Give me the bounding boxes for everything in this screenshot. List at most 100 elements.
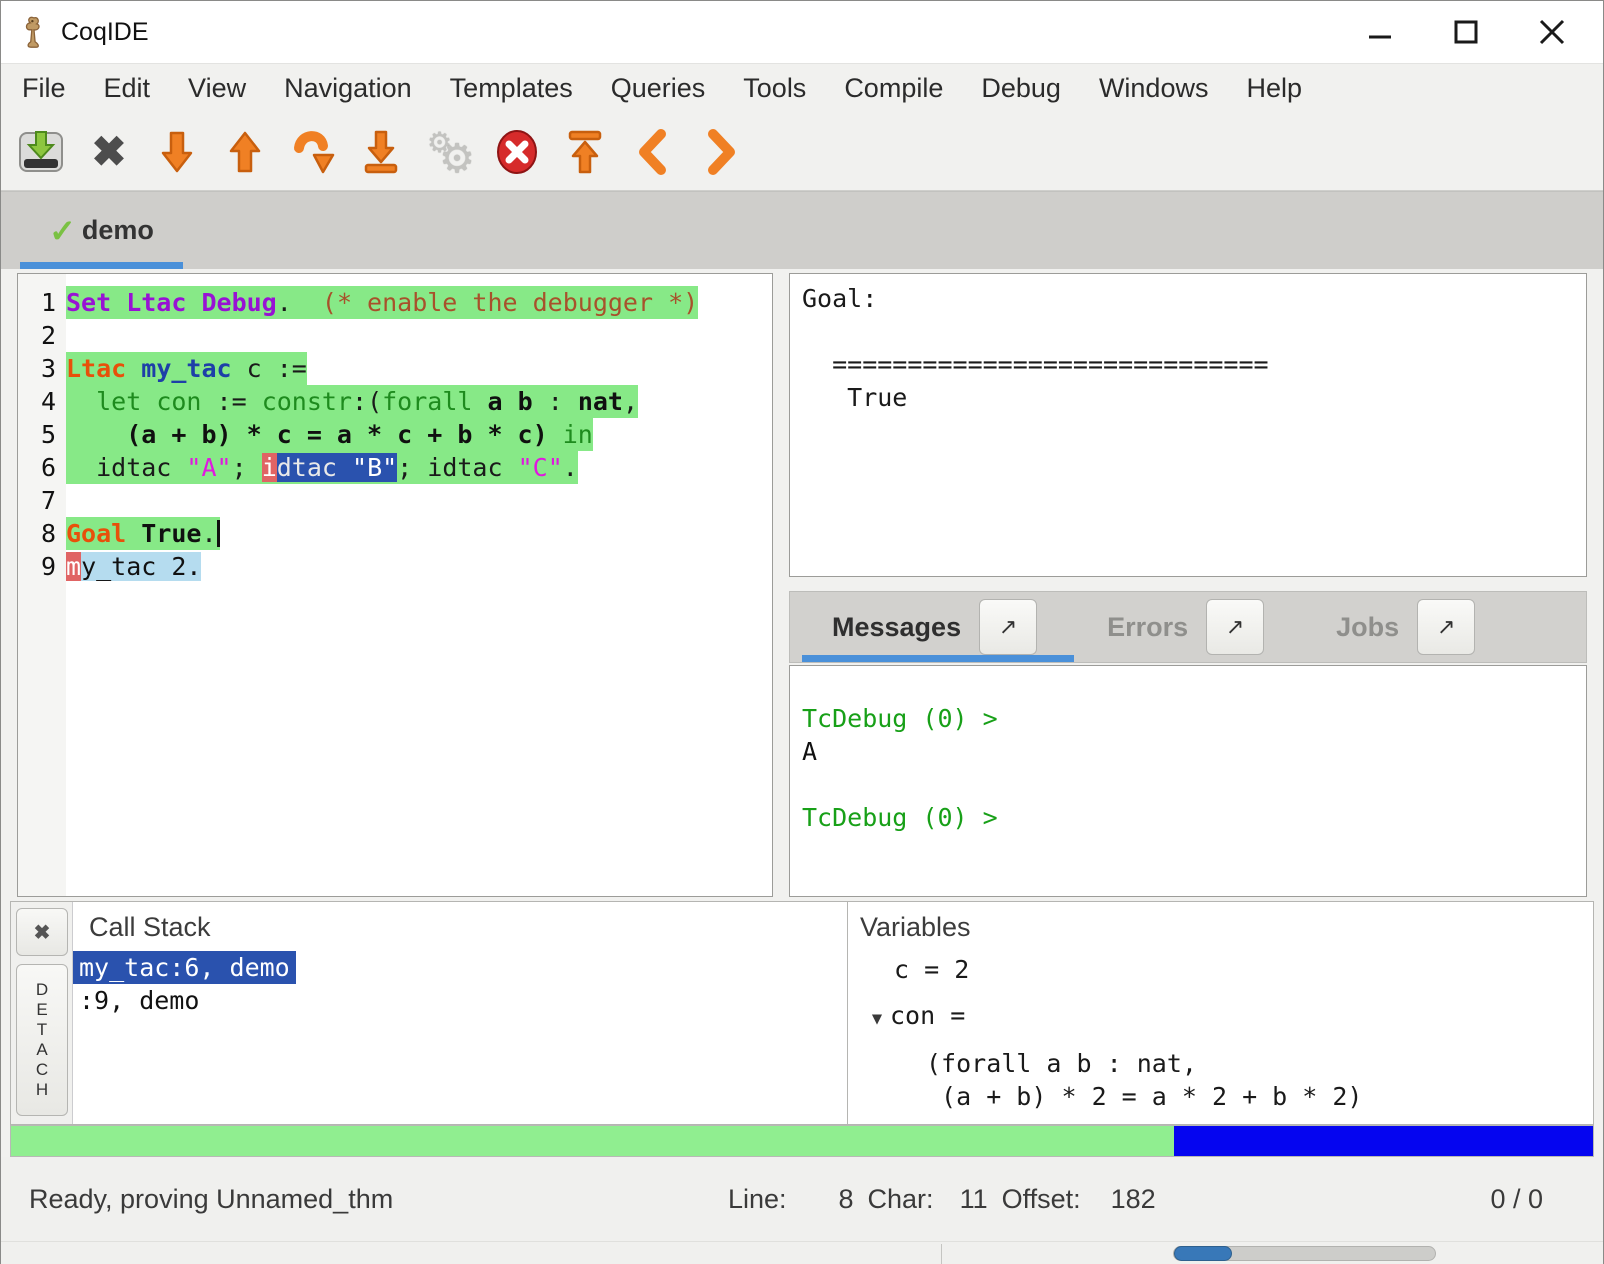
menu-item-edit[interactable]: Edit (85, 64, 170, 113)
scrollbar-thumb[interactable] (1174, 1246, 1232, 1261)
char-label: Char: (868, 1184, 934, 1215)
restart-coq-button[interactable]: ⚙⚙ (425, 127, 473, 177)
code-segment (126, 519, 141, 548)
coqide-logo-icon (21, 14, 47, 50)
menu-item-compile[interactable]: Compile (825, 64, 962, 113)
window-title: CoqIDE (61, 18, 149, 47)
variable-text: c = 2 (894, 953, 969, 986)
menu-item-tools[interactable]: Tools (724, 64, 825, 113)
code-segment: Goal (66, 519, 126, 548)
call-stack-item[interactable]: my_tac:6, demo (73, 951, 296, 984)
main-area: 1Set Ltac Debug. (* enable the debugger … (1, 269, 1603, 901)
close-icon: ✖ (34, 920, 51, 945)
variable-text: con = (890, 999, 965, 1032)
variable-row[interactable]: (forall a b : nat, (848, 1047, 1593, 1080)
save-button[interactable] (17, 127, 65, 177)
active-tab-indicator (20, 262, 183, 269)
variable-row[interactable]: (a + b) * 2 = a * 2 + b * 2) (848, 1080, 1593, 1113)
line-number: 7 (18, 484, 66, 517)
code-text[interactable]: Ltac my_tac c := (66, 352, 307, 385)
menu-item-debug[interactable]: Debug (962, 64, 1080, 113)
previous-occurrence-button[interactable] (629, 127, 677, 177)
code-segment: dtac (277, 453, 352, 482)
backward-one-command-button[interactable] (221, 127, 269, 177)
next-occurrence-button[interactable] (697, 127, 745, 177)
debugger-panel: ✖ DETACH Call Stack my_tac:6, demo:9, de… (10, 901, 1594, 1125)
code-text[interactable]: (a + b) * c = a * c + b * c) in (66, 418, 593, 451)
close-debugger-button[interactable]: ✖ (16, 908, 68, 956)
code-segment: (* enable the debugger *) (322, 288, 698, 317)
menu-item-help[interactable]: Help (1227, 64, 1321, 113)
code-text[interactable]: my_tac 2. (66, 550, 201, 583)
run-to-end-button[interactable] (357, 127, 405, 177)
menu-item-queries[interactable]: Queries (592, 64, 725, 113)
go-to-start-button[interactable] (561, 127, 609, 177)
text-cursor (217, 520, 220, 547)
code-segment (141, 387, 156, 416)
close-buffer-button[interactable]: ✖ (85, 127, 133, 177)
call-stack-item[interactable]: :9, demo (73, 984, 205, 1017)
external-window-icon: ↗ (999, 614, 1017, 640)
messages-panel[interactable]: TcDebug (0) >ATcDebug (0) > (789, 665, 1587, 897)
detach-messages-button[interactable]: ↗ (979, 599, 1037, 655)
message-line (802, 768, 1574, 801)
minimize-button[interactable] (1363, 15, 1397, 49)
maximize-button[interactable] (1449, 15, 1483, 49)
code-segment: idtac (66, 453, 186, 482)
goal-panel[interactable]: Goal: ============================= True (789, 273, 1587, 577)
code-segment: := (201, 387, 261, 416)
code-segment: constr (262, 387, 352, 416)
code-segment (292, 288, 322, 317)
code-segment: Ltac (66, 354, 126, 383)
active-message-tab-indicator (802, 655, 1074, 662)
expander-icon[interactable]: ▼ (864, 1003, 890, 1036)
bottom-strip (1, 1241, 1603, 1264)
run-to-cursor-button[interactable] (289, 127, 337, 177)
variable-row[interactable]: c = 2 (848, 953, 1593, 986)
tab-jobs[interactable]: Jobs (1336, 612, 1399, 643)
code-text[interactable]: idtac "A"; idtac "B"; idtac "C". (66, 451, 578, 484)
goal-line: ============================= (802, 348, 1574, 381)
horizontal-scrollbar[interactable] (1173, 1246, 1436, 1261)
chevron-right-icon (697, 128, 745, 176)
code-line: 5 (a + b) * c = a * c + b * c) in (18, 418, 772, 451)
code-segment: Set Ltac Debug (66, 288, 277, 317)
tab-errors[interactable]: Errors (1107, 612, 1188, 643)
detach-button[interactable]: DETACH (16, 964, 68, 1116)
tab-messages[interactable]: Messages (832, 612, 961, 643)
offset-value: 182 (1111, 1184, 1156, 1215)
code-text[interactable]: let con := constr:(forall a b : nat, (66, 385, 638, 418)
interrupt-button[interactable] (493, 127, 541, 177)
code-segment: y_tac 2. (81, 552, 201, 581)
code-segment (472, 387, 487, 416)
goal-line: True (802, 381, 1574, 414)
detach-jobs-button[interactable]: ↗ (1417, 599, 1475, 655)
arrow-curved-down-icon (289, 128, 337, 176)
code-text[interactable]: Set Ltac Debug. (* enable the debugger *… (66, 286, 698, 319)
cursor-position: Line: 8 Char: 11 Offset: 182 (728, 1184, 1156, 1215)
menu-item-view[interactable]: View (169, 64, 265, 113)
detach-letter: D (36, 980, 48, 1000)
menu-bar: FileEditViewNavigationTemplatesQueriesTo… (1, 63, 1603, 113)
close-x-icon: ✖ (85, 128, 133, 176)
menu-item-file[interactable]: File (3, 64, 85, 113)
menu-item-templates[interactable]: Templates (431, 64, 592, 113)
menu-item-navigation[interactable]: Navigation (265, 64, 431, 113)
script-editor[interactable]: 1Set Ltac Debug. (* enable the debugger … (17, 273, 773, 897)
variable-row[interactable]: ▼con = (848, 999, 1593, 1036)
code-text[interactable]: Goal True. (66, 517, 220, 550)
code-segment (126, 354, 141, 383)
close-button[interactable] (1535, 15, 1569, 49)
arrow-down-to-bar-icon (357, 128, 405, 176)
menu-item-windows[interactable]: Windows (1080, 64, 1228, 113)
call-stack-panel: Call Stack my_tac:6, demo:9, demo (73, 902, 835, 1124)
goal-line: Goal: (802, 282, 1574, 315)
code-segment: i (262, 453, 277, 482)
code-line: 2 (18, 319, 772, 352)
line-number: 9 (18, 550, 66, 583)
arrow-down-icon (153, 128, 201, 176)
detach-errors-button[interactable]: ↗ (1206, 599, 1264, 655)
messages-tab-bar: Messages ↗ Errors ↗ Jobs ↗ (789, 591, 1587, 663)
forward-one-command-button[interactable] (153, 127, 201, 177)
tab-demo[interactable]: ✓ demo (20, 192, 183, 269)
